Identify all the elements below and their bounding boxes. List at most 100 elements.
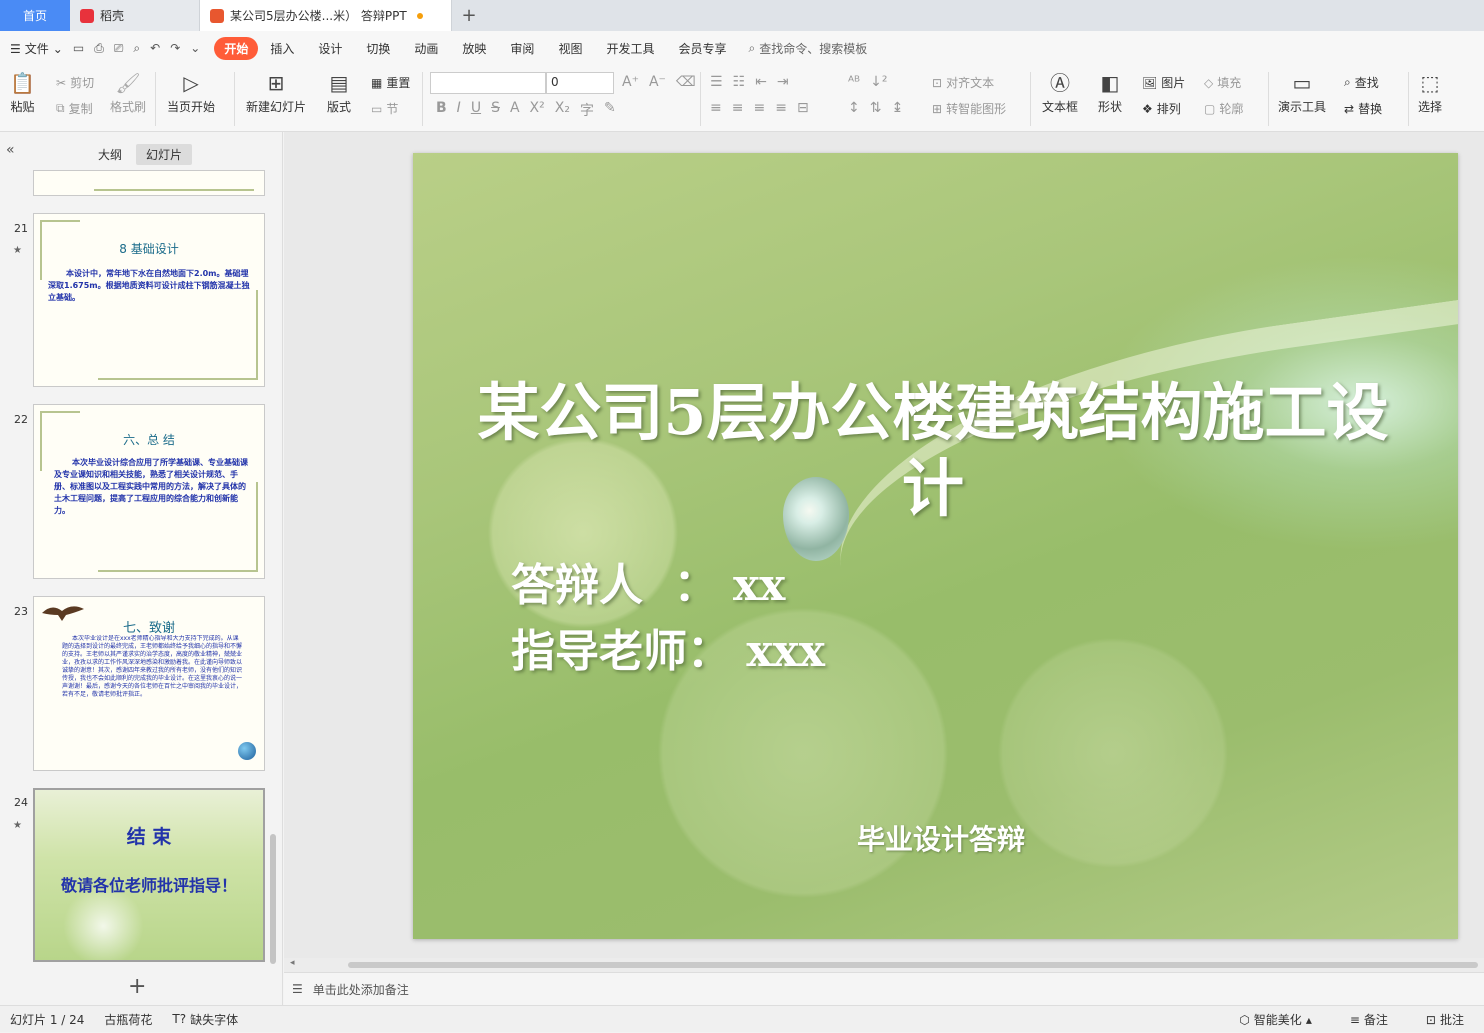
reset-button[interactable]: ▦ 重置 [371, 74, 410, 91]
slide-thumbnail-20[interactable] [33, 170, 265, 196]
menu-home[interactable]: 开始 [214, 37, 259, 60]
shrink-font-icon[interactable]: A⁻ [649, 74, 666, 90]
align-right-icon[interactable]: ≡ [753, 100, 765, 116]
presenter-label: 演示工具 [1278, 100, 1327, 114]
home-tab[interactable]: 首页 [0, 0, 70, 31]
align-center-icon[interactable]: ≡ [732, 100, 744, 116]
text-direction-icon[interactable]: ᴬᴮ [848, 74, 860, 90]
tab-slides[interactable]: 幻灯片 [136, 144, 193, 165]
panel-scrollbar[interactable] [270, 834, 276, 964]
theme-name[interactable]: 古瓶荷花 [94, 1011, 162, 1028]
slide-thumbnail-24[interactable]: 结 束 敬请各位老师批评指导！ [33, 788, 265, 962]
export-pdf-icon[interactable]: ⎙ [94, 41, 104, 56]
find-button[interactable]: ⌕ 查找 [1344, 74, 1379, 91]
from-current-slide-button[interactable]: ▷ 当页开始 [167, 70, 215, 115]
clear-format-icon[interactable]: ⌫ [676, 74, 696, 90]
slide-footer[interactable]: 毕业设计答辩 [857, 818, 1025, 858]
align-left-icon[interactable]: ≡ [710, 100, 722, 116]
menu-design[interactable]: 设计 [306, 40, 354, 57]
menu-developer[interactable]: 开发工具 [594, 40, 666, 57]
comments-button[interactable]: ⊡ 批注 [1416, 1011, 1474, 1028]
font-name-select[interactable] [430, 72, 546, 94]
bold-icon[interactable]: B [436, 100, 447, 120]
tab-outline[interactable]: 大纲 [88, 144, 132, 165]
highlight-icon[interactable]: ✎ [604, 100, 616, 120]
justify-icon[interactable]: ≡ [775, 100, 787, 116]
sort-icon[interactable]: ↓² [870, 74, 887, 90]
missing-fonts-button[interactable]: T? 缺失字体 [162, 1011, 248, 1028]
bullets-icon[interactable]: ☰ [710, 74, 723, 90]
scroll-left-icon[interactable]: ◂ [290, 958, 295, 968]
subscript-icon[interactable]: X₂ [555, 100, 570, 120]
print-preview-icon[interactable]: ⌕ [133, 41, 140, 56]
outline-button[interactable]: ▢ 轮廓 [1204, 100, 1243, 117]
decrease-indent-icon[interactable]: ⇤ [755, 74, 767, 90]
numbering-icon[interactable]: ☷ [733, 74, 746, 90]
textbox-button[interactable]: Ⓐ 文本框 [1042, 70, 1078, 115]
spacing-more-icon[interactable]: ↨ [891, 100, 903, 116]
slide-title[interactable]: 某公司5层办公楼建筑结构施工设计 [453, 375, 1413, 527]
font-size-select[interactable]: 0 [546, 72, 614, 94]
line-spacing-icon[interactable]: ↕ [848, 100, 860, 116]
command-search[interactable]: ⌕ 查找命令、搜索模板 [748, 40, 867, 57]
add-slide-button[interactable]: + [128, 974, 146, 999]
docer-tab[interactable]: 稻壳 [70, 0, 200, 31]
collapse-panel-icon[interactable]: « [6, 142, 15, 158]
globe-icon [238, 742, 256, 760]
menu-slideshow[interactable]: 放映 [450, 40, 498, 57]
customize-chevron-icon[interactable]: ⌄ [190, 41, 200, 56]
defender-line[interactable]: 答辩人 ： xx [511, 549, 785, 613]
horizontal-scrollbar[interactable]: ◂ [284, 958, 1484, 972]
menu-membership[interactable]: 会员专享 [666, 40, 738, 57]
notes-area[interactable]: ☰ 单击此处添加备注 [284, 972, 1484, 1005]
format-painter-button[interactable]: 🖌 格式刷 [110, 70, 146, 115]
paste-button[interactable]: 📋 粘贴 [10, 70, 35, 115]
file-menu[interactable]: ☰ 文件 ⌄ [10, 40, 63, 57]
smart-beautify-button[interactable]: ⬡ 智能美化 ▴ [1229, 1011, 1322, 1028]
italic-icon[interactable]: I [457, 100, 461, 120]
menu-transitions[interactable]: 切换 [354, 40, 402, 57]
increase-indent-icon[interactable]: ⇥ [777, 74, 789, 90]
clipboard-icon: 📋 [10, 71, 35, 95]
new-slide-button[interactable]: ⊞ 新建幻灯片 [246, 70, 306, 115]
save-icon[interactable]: ▭ [73, 41, 84, 56]
section-button[interactable]: ▭ 节 [371, 100, 398, 117]
font-color-icon[interactable]: A [510, 100, 520, 120]
slide-thumbnail-23[interactable]: 七、致谢 本次毕业设计是在xxx老师精心指导和大力支持下完成的。从课题的选择到设… [33, 596, 265, 771]
undo-icon[interactable]: ↶ [150, 41, 160, 56]
menu-review[interactable]: 审阅 [498, 40, 546, 57]
phonetic-icon[interactable]: 字 [580, 100, 594, 120]
current-slide[interactable]: 某公司5层办公楼建筑结构施工设计 答辩人 ： xx 指导老师： xxx 毕业设计… [413, 153, 1458, 939]
new-tab-button[interactable]: + [452, 0, 486, 31]
menu-animations[interactable]: 动画 [402, 40, 450, 57]
superscript-icon[interactable]: X² [530, 100, 545, 120]
cut-button[interactable]: ✂ 剪切 [56, 74, 94, 91]
notes-toggle-button[interactable]: ≡ 备注 [1340, 1011, 1398, 1028]
grow-font-icon[interactable]: A⁺ [622, 74, 639, 90]
arrange-button[interactable]: ❖ 排列 [1142, 100, 1181, 117]
document-tab[interactable]: 某公司5层办公楼...米） 答辩PPT [200, 0, 452, 31]
distribute-icon[interactable]: ⊟ [797, 100, 809, 116]
select-button[interactable]: ⬚ 选择 [1418, 70, 1442, 115]
layout-button[interactable]: ▤ 版式 [327, 70, 351, 115]
underline-icon[interactable]: U [471, 100, 481, 120]
scrollbar-thumb[interactable] [348, 962, 1478, 968]
copy-button[interactable]: ⧉ 复制 [56, 100, 93, 117]
print-icon[interactable]: ⎚ [114, 41, 124, 56]
redo-icon[interactable]: ↷ [170, 41, 180, 56]
fill-button[interactable]: ◇ 填充 [1204, 74, 1241, 91]
strikethrough-icon[interactable]: S [491, 100, 500, 120]
menu-view[interactable]: 视图 [546, 40, 594, 57]
slide-thumbnail-21[interactable]: 8 基础设计 本设计中，常年地下水在自然地面下2.0m。基础埋深取1.675m。… [33, 213, 265, 387]
advisor-line[interactable]: 指导老师： xxx [511, 615, 825, 679]
slide-thumbnail-22[interactable]: 六、总 结 本次毕业设计综合应用了所学基础课、专业基础课及专业课知识和相关技能，… [33, 404, 265, 579]
replace-button[interactable]: ⇄ 替换 [1344, 100, 1382, 117]
smart-shape-button[interactable]: ⊞ 转智能图形 [932, 100, 1006, 117]
shape-button[interactable]: ◧ 形状 [1098, 70, 1122, 115]
para-spacing-icon[interactable]: ⇅ [870, 100, 882, 116]
picture-button[interactable]: 🖼 图片 [1142, 74, 1185, 91]
menu-insert[interactable]: 插入 [258, 40, 306, 57]
align-text-button[interactable]: ⊡ 对齐文本 [932, 74, 994, 91]
slide-counter: 幻灯片 1 / 24 [10, 1012, 85, 1027]
presenter-tools-button[interactable]: ▭ 演示工具 [1278, 70, 1326, 115]
